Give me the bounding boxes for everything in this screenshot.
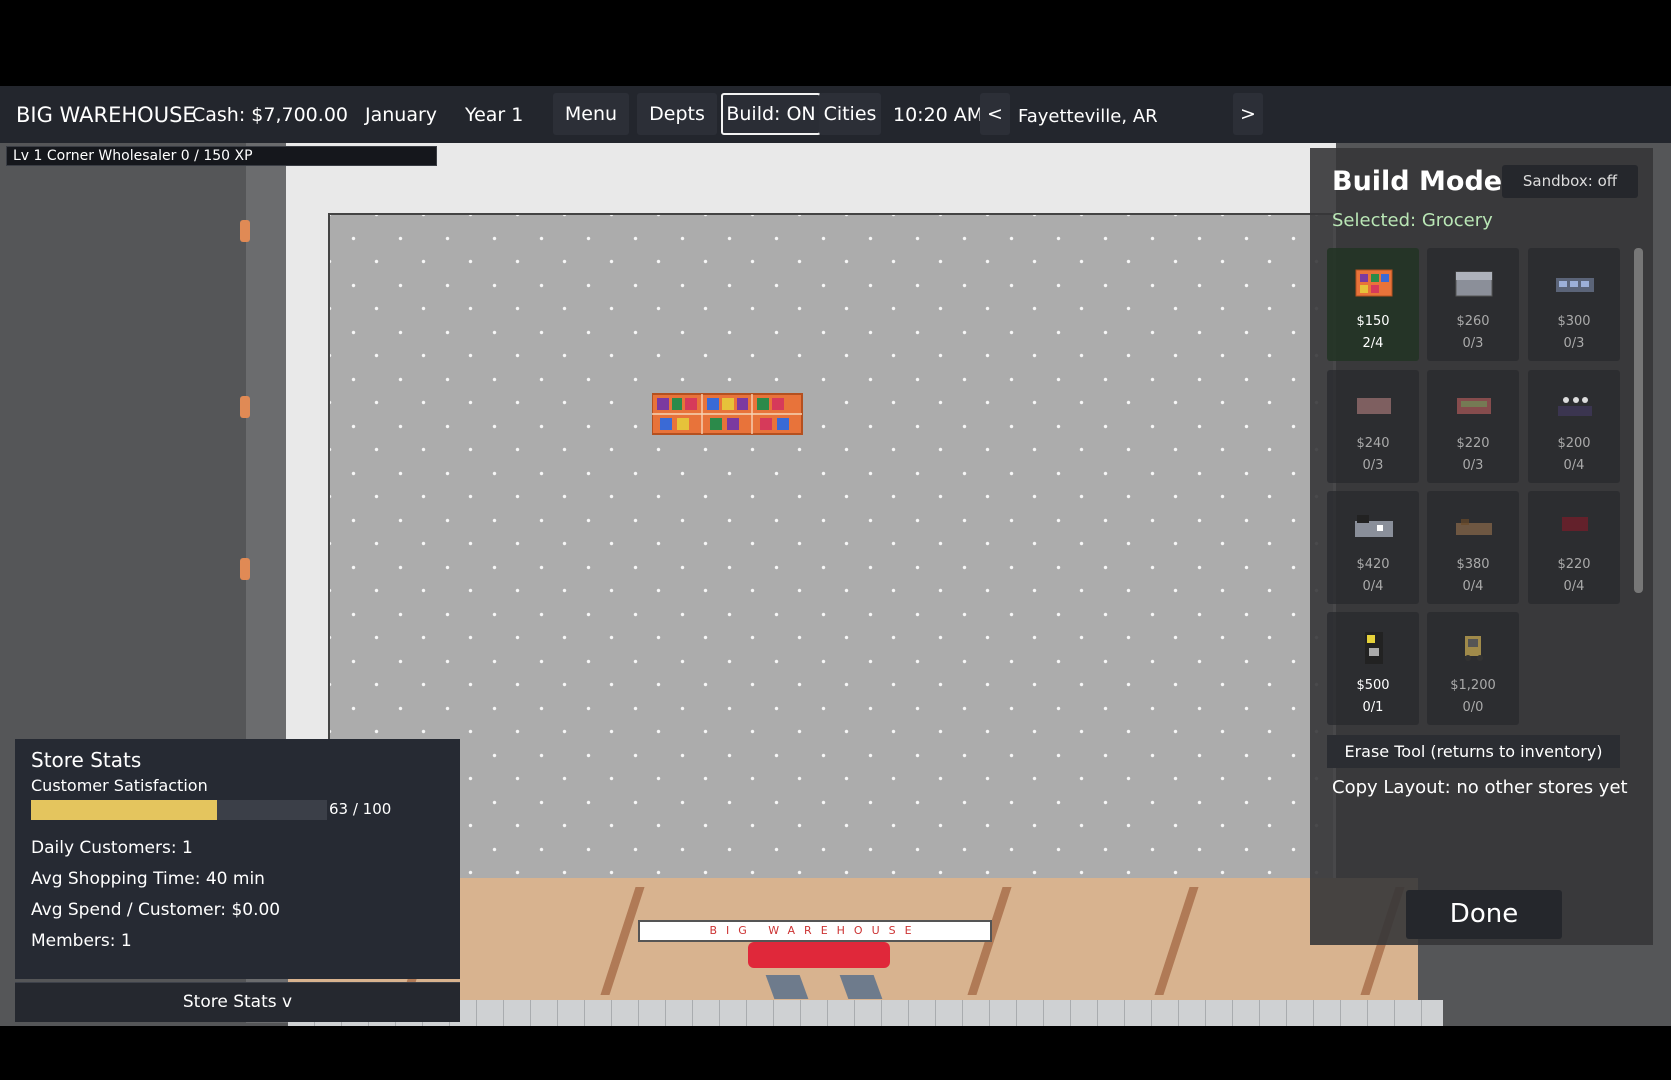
clothing-rack-icon <box>1558 397 1592 416</box>
cash-display: Cash: $7,700.00 <box>192 104 348 126</box>
clock-display: 10:20 AM <box>893 104 984 126</box>
forklift-icon <box>1465 636 1483 661</box>
satisfaction-bar-fill <box>31 800 217 820</box>
cities-button[interactable]: Cities <box>819 93 881 135</box>
item-count: 0/4 <box>1462 579 1484 594</box>
sidewalk <box>288 1000 1443 1026</box>
erase-tool-button[interactable]: Erase Tool (returns to inventory) <box>1327 735 1620 768</box>
daily-customers: Daily Customers: 1 <box>31 838 193 858</box>
atm-kiosk-icon <box>1365 632 1383 664</box>
item-count: 0/3 <box>1462 336 1484 351</box>
build-toggle-button[interactable]: Build: ON <box>721 93 821 135</box>
build-item-slot[interactable]: $240 0/3 <box>1327 370 1419 483</box>
avg-shopping-time: Avg Shopping Time: 40 min <box>31 869 265 889</box>
item-price: $220 <box>1456 436 1490 451</box>
build-item-slot[interactable]: $300 0/3 <box>1528 248 1620 361</box>
item-count: 0/3 <box>1563 336 1585 351</box>
satisfaction-label: Customer Satisfaction <box>31 776 208 795</box>
item-price: $260 <box>1456 314 1490 329</box>
toy-shelf-icon <box>1562 517 1588 531</box>
level-xp-text: Lv 1 Corner Wholesaler 0 / 150 XP <box>13 148 253 164</box>
build-item-slot[interactable]: $380 0/4 <box>1427 491 1519 604</box>
satisfaction-value: 63 / 100 <box>329 800 392 818</box>
build-item-slot[interactable]: $420 0/4 <box>1327 491 1419 604</box>
item-count: 0/3 <box>1462 458 1484 473</box>
item-price: $240 <box>1356 436 1390 451</box>
placed-grocery-shelf[interactable] <box>652 390 806 436</box>
build-item-slot[interactable]: $220 0/3 <box>1427 370 1519 483</box>
menu-button[interactable]: Menu <box>553 93 629 135</box>
wall-light-icon <box>240 558 250 580</box>
build-mode-title: Build Mode <box>1332 166 1503 197</box>
item-count: 2/4 <box>1362 336 1384 351</box>
build-item-slot[interactable]: $150 2/4 <box>1327 248 1419 361</box>
bakery-rack-icon <box>1357 398 1391 414</box>
electronics-shelf-icon <box>1556 278 1594 292</box>
build-item-slot[interactable]: $1,200 0/0 <box>1427 612 1519 725</box>
item-price: $300 <box>1557 314 1591 329</box>
copy-layout-text: Copy Layout: no other stores yet <box>1332 777 1628 798</box>
freezer-icon <box>1455 271 1493 297</box>
item-price: $380 <box>1456 557 1490 572</box>
item-price: $200 <box>1557 436 1591 451</box>
month-display: January <box>365 104 438 126</box>
store-sign: BIG WAREHOUSE <box>638 920 992 942</box>
city-name: Fayetteville, AR <box>1018 106 1158 127</box>
depts-button[interactable]: Depts <box>637 93 717 135</box>
item-count: 0/1 <box>1362 700 1384 715</box>
done-button[interactable]: Done <box>1406 890 1562 939</box>
members-count: Members: 1 <box>31 931 132 951</box>
entrance-awning <box>748 942 890 968</box>
item-price: $500 <box>1356 678 1390 693</box>
build-item-slot[interactable]: $200 0/4 <box>1528 370 1620 483</box>
store-floor-grid[interactable] <box>328 213 1333 878</box>
grocery-shelf-icon <box>1355 269 1393 297</box>
item-price: $220 <box>1557 557 1591 572</box>
produce-stand-icon <box>1457 398 1491 414</box>
item-count: 0/4 <box>1362 579 1384 594</box>
prev-city-button[interactable]: < <box>980 93 1010 135</box>
item-price: $420 <box>1356 557 1390 572</box>
furniture-display-icon <box>1456 519 1492 535</box>
store-stats-toggle-button[interactable]: Store Stats v <box>15 982 460 1022</box>
item-price: $1,200 <box>1450 678 1496 693</box>
wall-light-icon <box>240 220 250 242</box>
build-item-slot[interactable]: $220 0/4 <box>1528 491 1620 604</box>
store-stats-title: Store Stats <box>31 748 142 772</box>
item-price: $150 <box>1356 314 1390 329</box>
build-item-slot[interactable]: $260 0/3 <box>1427 248 1519 361</box>
avg-spend: Avg Spend / Customer: $0.00 <box>31 900 281 920</box>
item-count: 0/0 <box>1462 700 1484 715</box>
selected-department: Selected: Grocery <box>1332 210 1493 231</box>
appliance-display-icon <box>1355 515 1393 537</box>
item-count: 0/4 <box>1563 458 1585 473</box>
item-count: 0/3 <box>1362 458 1384 473</box>
store-name: BIG WAREHOUSE <box>16 103 196 127</box>
sandbox-toggle[interactable]: Sandbox: off <box>1502 165 1638 198</box>
item-count: 0/4 <box>1563 579 1585 594</box>
year-display: Year 1 <box>465 104 524 126</box>
wall-light-icon <box>240 396 250 418</box>
build-item-slot[interactable]: $500 0/1 <box>1327 612 1419 725</box>
build-grid-scrollbar[interactable] <box>1634 248 1643 593</box>
next-city-button[interactable]: > <box>1233 93 1263 135</box>
